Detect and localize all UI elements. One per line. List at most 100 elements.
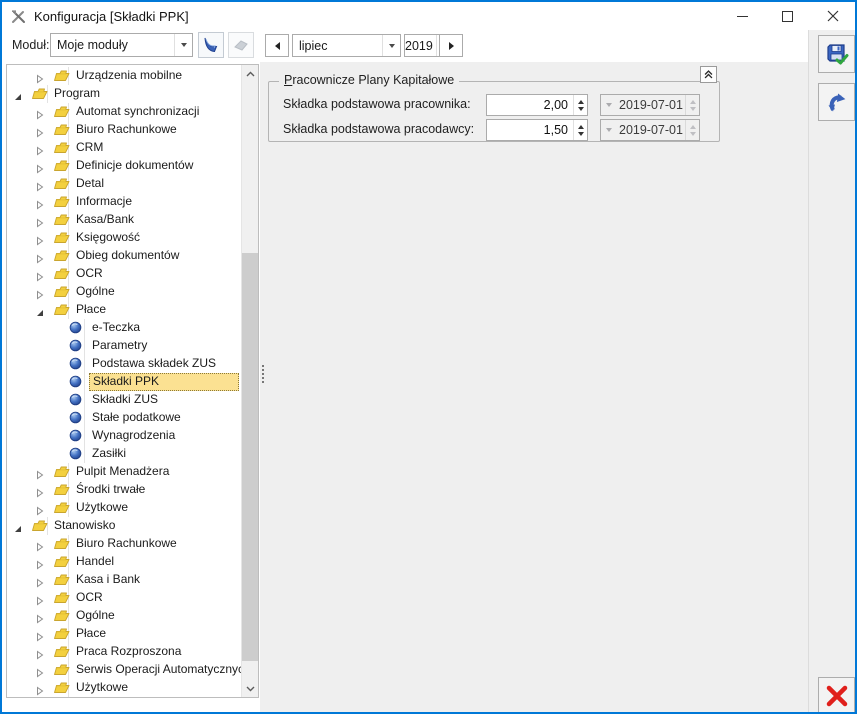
- tree-collapse-arrow-icon[interactable]: [13, 521, 23, 531]
- tree-item[interactable]: Program: [7, 85, 241, 103]
- tree-item-label[interactable]: Detal: [73, 175, 239, 193]
- tree-item-label[interactable]: Środki trwałe: [73, 481, 239, 499]
- tree-expand-arrow-icon[interactable]: [35, 287, 45, 297]
- tree-item-label[interactable]: Serwis Operacji Automatycznych: [73, 661, 239, 679]
- tree-expand-arrow-icon[interactable]: [35, 143, 45, 153]
- tree-expand-arrow-icon[interactable]: [35, 611, 45, 621]
- tree-expand-arrow-icon[interactable]: [35, 485, 45, 495]
- tree-item[interactable]: Zasiłki: [7, 445, 241, 463]
- tree-collapse-arrow-icon[interactable]: [13, 89, 23, 99]
- tree-item[interactable]: CRM: [7, 139, 241, 157]
- employer-contribution-spinner[interactable]: 1,50: [486, 119, 588, 141]
- tree-expand-arrow-icon[interactable]: [35, 593, 45, 603]
- tree-item-label[interactable]: Parametry: [89, 337, 239, 355]
- tree-item-label[interactable]: e-Teczka: [89, 319, 239, 337]
- tree-item[interactable]: Ogólne: [7, 607, 241, 625]
- employer-contribution-value[interactable]: 1,50: [487, 120, 573, 140]
- tree-expand-arrow-icon[interactable]: [35, 665, 45, 675]
- tree-item-label[interactable]: Kasa i Bank: [73, 571, 239, 589]
- maximize-button[interactable]: [765, 2, 810, 30]
- tree-expand-arrow-icon[interactable]: [35, 647, 45, 657]
- tree-expand-arrow-icon[interactable]: [35, 539, 45, 549]
- tree-item[interactable]: Parametry: [7, 337, 241, 355]
- tree-item[interactable]: Użytkowe: [7, 499, 241, 517]
- tree-expand-arrow-icon[interactable]: [35, 215, 45, 225]
- tree-item[interactable]: Ogólne: [7, 283, 241, 301]
- scroll-up-button[interactable]: [242, 65, 258, 82]
- tree-expand-arrow-icon[interactable]: [35, 629, 45, 639]
- month-combobox[interactable]: lipiec: [292, 34, 401, 57]
- tree-item[interactable]: Definicje dokumentów: [7, 157, 241, 175]
- tree-collapse-arrow-icon[interactable]: [35, 305, 45, 315]
- next-month-button[interactable]: [439, 34, 463, 57]
- tree-item[interactable]: Stanowisko: [7, 517, 241, 535]
- tree-item-label[interactable]: Automat synchronizacji: [73, 103, 239, 121]
- tree-item-label[interactable]: Program: [51, 85, 239, 103]
- tree-item-label[interactable]: Zasiłki: [89, 445, 239, 463]
- tree-expand-arrow-icon[interactable]: [35, 197, 45, 207]
- tree-item-label[interactable]: Użytkowe: [73, 679, 239, 697]
- tree-item-label[interactable]: Stałe podatkowe: [89, 409, 239, 427]
- tree-item[interactable]: Automat synchronizacji: [7, 103, 241, 121]
- spin-down-icon[interactable]: [578, 107, 584, 111]
- tree-item-label[interactable]: Definicje dokumentów: [73, 157, 239, 175]
- tree-item[interactable]: Praca Rozproszona: [7, 643, 241, 661]
- tree-item-label[interactable]: Użytkowe: [73, 499, 239, 517]
- tree-item-label[interactable]: Biuro Rachunkowe: [73, 121, 239, 139]
- tree-expand-arrow-icon[interactable]: [35, 503, 45, 513]
- tree-item[interactable]: Księgowość: [7, 229, 241, 247]
- scroll-down-button[interactable]: [242, 680, 258, 697]
- tree-item[interactable]: Płace: [7, 625, 241, 643]
- tree-item[interactable]: Kasa/Bank: [7, 211, 241, 229]
- tree-item-label[interactable]: Ogólne: [73, 283, 239, 301]
- save-button[interactable]: [818, 35, 855, 73]
- tree-item[interactable]: Pulpit Menadżera: [7, 463, 241, 481]
- tree-item[interactable]: Wynagrodzenia: [7, 427, 241, 445]
- tree-expand-arrow-icon[interactable]: [35, 269, 45, 279]
- tree-item-label[interactable]: Składki PPK: [89, 373, 239, 391]
- tree-item[interactable]: Detal: [7, 175, 241, 193]
- minimize-button[interactable]: [720, 2, 765, 30]
- employee-contribution-value[interactable]: 2,00: [487, 95, 573, 115]
- tree-item-label[interactable]: Urządzenia mobilne: [73, 67, 239, 85]
- spin-up-icon[interactable]: [578, 100, 584, 104]
- tree-item[interactable]: Serwis Operacji Automatycznych: [7, 661, 241, 679]
- module-combobox[interactable]: Moje moduły: [50, 33, 193, 57]
- tree-expand-arrow-icon[interactable]: [35, 251, 45, 261]
- tree-item-label[interactable]: Biuro Rachunkowe: [73, 535, 239, 553]
- tree-expand-arrow-icon[interactable]: [35, 467, 45, 477]
- tree-item-label[interactable]: Składki ZUS: [89, 391, 239, 409]
- tree-item[interactable]: Obieg dokumentów: [7, 247, 241, 265]
- tree-item[interactable]: OCR: [7, 265, 241, 283]
- tree-item[interactable]: Biuro Rachunkowe: [7, 535, 241, 553]
- tree-item[interactable]: Handel: [7, 553, 241, 571]
- tree-expand-arrow-icon[interactable]: [35, 107, 45, 117]
- tree-scrollbar[interactable]: [241, 65, 258, 697]
- tree-item-label[interactable]: Ogólne: [73, 607, 239, 625]
- tree-expand-arrow-icon[interactable]: [35, 683, 45, 693]
- tree-item-label[interactable]: Pulpit Menadżera: [73, 463, 239, 481]
- collapse-panel-button[interactable]: [700, 66, 717, 83]
- tree-item[interactable]: Urządzenia mobilne: [7, 67, 241, 85]
- undo-button[interactable]: [818, 83, 855, 121]
- chevron-down-icon[interactable]: [382, 35, 400, 56]
- module-action-button[interactable]: [198, 32, 224, 58]
- tree-expand-arrow-icon[interactable]: [35, 575, 45, 585]
- tree-item[interactable]: Podstawa składek ZUS: [7, 355, 241, 373]
- tree-item-label[interactable]: Podstawa składek ZUS: [89, 355, 239, 373]
- tree-item-label[interactable]: Informacje: [73, 193, 239, 211]
- tree-item[interactable]: Składki ZUS: [7, 391, 241, 409]
- tree-item[interactable]: Środki trwałe: [7, 481, 241, 499]
- tree-expand-arrow-icon[interactable]: [35, 557, 45, 567]
- tree-item-label[interactable]: Handel: [73, 553, 239, 571]
- tree-item[interactable]: Biuro Rachunkowe: [7, 121, 241, 139]
- tree-expand-arrow-icon[interactable]: [35, 125, 45, 135]
- spinner-arrows[interactable]: [573, 120, 587, 140]
- previous-month-button[interactable]: [265, 34, 289, 57]
- tree-item[interactable]: e-Teczka: [7, 319, 241, 337]
- tree-expand-arrow-icon[interactable]: [35, 233, 45, 243]
- tree-item-label[interactable]: Obieg dokumentów: [73, 247, 239, 265]
- tree-expand-arrow-icon[interactable]: [35, 161, 45, 171]
- tree-item-label[interactable]: Wynagrodzenia: [89, 427, 239, 445]
- tree-item[interactable]: Kasa i Bank: [7, 571, 241, 589]
